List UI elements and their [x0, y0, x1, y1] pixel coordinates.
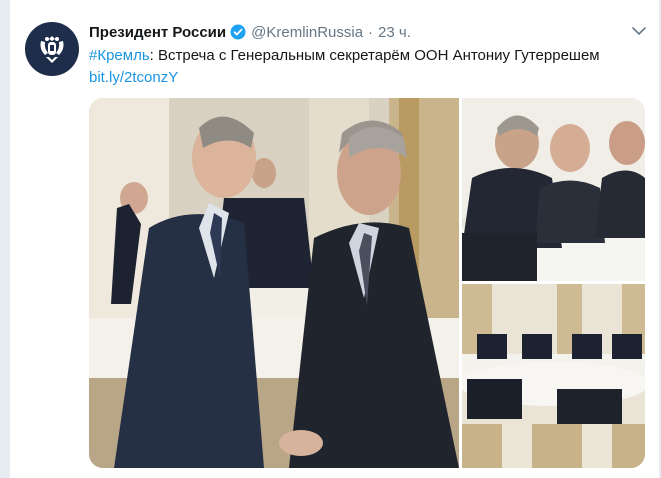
tweet-card[interactable]: Президент России @KremlinRussia · 23 ч. …: [9, 0, 660, 478]
verified-badge-icon: [230, 24, 246, 40]
meeting-table-photo[interactable]: [462, 284, 645, 468]
separator-dot: ·: [368, 23, 374, 41]
media-grid: [89, 98, 645, 468]
tweet-timestamp[interactable]: 23 ч.: [378, 24, 411, 41]
avatar[interactable]: [25, 22, 79, 76]
meeting-closeup-photo[interactable]: [462, 98, 645, 281]
tweet-body: : Встреча с Генеральным секретарём ООН А…: [149, 47, 600, 64]
tweet-text: #Кремль: Встреча с Генеральным секретарё…: [89, 45, 647, 89]
tweet-header: Президент России @KremlinRussia · 23 ч.: [89, 21, 647, 43]
coat-of-arms-icon: [40, 36, 64, 63]
chevron-down-icon[interactable]: [631, 24, 647, 41]
hashtag-link[interactable]: #Кремль: [89, 47, 150, 64]
handshake-photo[interactable]: [89, 98, 459, 468]
short-link[interactable]: bit.ly/2tconzY: [89, 69, 178, 86]
author-handle[interactable]: @KremlinRussia: [251, 24, 363, 41]
author-name[interactable]: Президент России: [89, 24, 226, 41]
